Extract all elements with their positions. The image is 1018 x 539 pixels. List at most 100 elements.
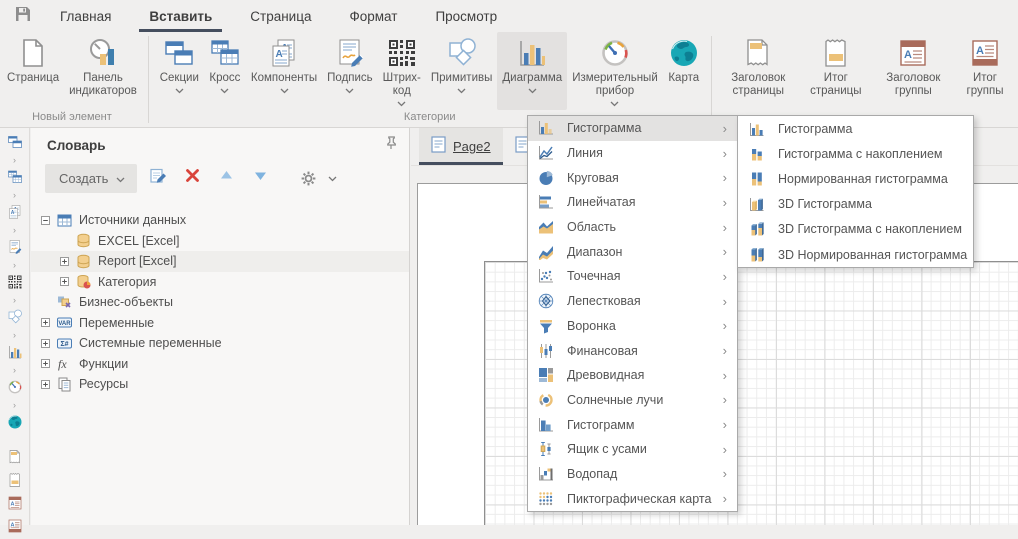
submenu-item-stacked-column[interactable]: Гистограмма с накоплением	[738, 141, 973, 166]
menu-item-label: Пиктографическая карта	[567, 492, 723, 506]
ribbon-button-groupheader[interactable]: AЗаголовок группы	[873, 32, 954, 110]
ribbon-button-dashboard[interactable]: Панель индикаторов	[64, 32, 142, 110]
submenu-item-column-3d[interactable]: 3D Гистограмма	[738, 192, 973, 217]
sidebar-item-gauge[interactable]: ›	[7, 379, 23, 412]
menu-item-boxplot-chart[interactable]: Ящик с усами›	[528, 437, 737, 462]
tree-item[interactable]: EXCEL [Excel]	[31, 231, 409, 252]
delete-button[interactable]	[175, 165, 209, 191]
ribbon-button-label: Компоненты	[251, 72, 317, 85]
ribbon-button-gauge[interactable]: Измерительный прибор	[567, 32, 663, 110]
tree-item-label: Функции	[79, 357, 128, 371]
save-button[interactable]	[8, 0, 38, 32]
ribbon-tab-4[interactable]: Просмотр	[419, 0, 513, 32]
menu-item-pie-chart[interactable]: Круговая›	[528, 165, 737, 190]
menu-item-radar-chart[interactable]: Лепестковая›	[528, 289, 737, 314]
ribbon-group-label: Категории	[404, 110, 456, 125]
treemap-chart-icon	[538, 367, 555, 384]
tree-item[interactable]: Категория	[31, 272, 409, 293]
sidebar-item-map[interactable]	[7, 414, 23, 435]
expander-plus-icon[interactable]	[41, 339, 50, 348]
tree-item[interactable]: Report [Excel]	[31, 251, 409, 272]
ribbon-tab-2[interactable]: Страница	[234, 0, 327, 32]
tree-item[interactable]: fxФункции	[31, 354, 409, 375]
ribbon-button-primitives[interactable]: Примитивы	[426, 32, 497, 110]
menu-item-range-chart[interactable]: Диапазон›	[528, 239, 737, 264]
expander-plus-icon[interactable]	[60, 257, 69, 266]
menu-item-line-chart[interactable]: Линия›	[528, 141, 737, 166]
menu-item-label: Гистограмм	[567, 418, 723, 432]
submenu-item-label: 3D Гистограмма	[778, 197, 967, 211]
expander-minus-icon[interactable]	[41, 216, 50, 225]
ribbon-tab-0[interactable]: Главная	[44, 0, 127, 32]
tree-item[interactable]: Ресурсы	[31, 374, 409, 395]
expander-plus-icon[interactable]	[41, 380, 50, 389]
bar-chart-icon	[538, 194, 555, 211]
create-button[interactable]: Создать	[45, 164, 137, 193]
tree-item[interactable]: Источники данных	[31, 210, 409, 231]
ribbon-button-label: Примитивы	[431, 72, 492, 85]
menu-item-histogram-chart[interactable]: Гистограмм›	[528, 412, 737, 437]
ribbon-button-signature[interactable]: Подпись	[322, 32, 378, 110]
expander-plus-icon[interactable]	[60, 277, 69, 286]
menu-item-funnel-chart[interactable]: Воронка›	[528, 314, 737, 339]
ribbon-tab-1[interactable]: Вставить	[133, 0, 228, 32]
chart-icon	[516, 36, 548, 70]
ribbon-button-map[interactable]: Карта	[663, 32, 705, 110]
menu-item-financial-chart[interactable]: Финансовая›	[528, 338, 737, 363]
dictionary-tree: Источники данныхEXCEL [Excel]Report [Exc…	[31, 210, 409, 395]
tree-item[interactable]: Бизнес-объекты	[31, 292, 409, 313]
menu-item-label: Солнечные лучи	[567, 393, 723, 407]
menu-item-bar-chart[interactable]: Линейчатая›	[528, 190, 737, 215]
ribbon-button-chart[interactable]: Диаграмма	[497, 32, 567, 110]
tree-item[interactable]: Σ#Системные переменные	[31, 333, 409, 354]
menu-item-label: Точечная	[567, 269, 723, 283]
ribbon-button-cross[interactable]: Кросс	[204, 32, 246, 110]
menu-item-label: Линейчатая	[567, 195, 723, 209]
ribbon-button-pagefooter[interactable]: Итог страницы	[799, 32, 873, 110]
sidebar-item-groupfooter[interactable]: A	[7, 518, 23, 539]
arrow-up-button[interactable]	[209, 165, 243, 191]
ribbon-button-groupfooter[interactable]: AИтог группы	[954, 32, 1016, 110]
ribbon-button-page[interactable]: Страница	[2, 32, 64, 110]
ribbon-button-sections[interactable]: Секции	[155, 32, 204, 110]
ribbon-button-label: Подпись	[327, 72, 373, 85]
gear-icon	[291, 165, 325, 191]
menu-item-label: Линия	[567, 146, 723, 160]
sidebar-item-groupheader[interactable]: A	[7, 495, 23, 516]
expander-plus-icon[interactable]	[41, 359, 50, 368]
menu-item-sunburst-chart[interactable]: Солнечные лучи›	[528, 388, 737, 413]
sidebar-item-cross[interactable]: ›	[7, 169, 23, 202]
area-chart-icon	[538, 219, 555, 236]
submenu-arrow-icon: ›	[723, 466, 731, 481]
submenu-item-stacked-column-3d[interactable]: 3D Гистограмма с накоплением	[738, 217, 973, 242]
tree-item[interactable]: VARПеременные	[31, 313, 409, 334]
sidebar-item-primitives[interactable]: ›	[7, 309, 23, 342]
menu-item-area-chart[interactable]: Область›	[528, 215, 737, 240]
sidebar-item-barcode[interactable]: ›	[7, 274, 23, 307]
submenu-item-full-stacked-column[interactable]: Нормированная гистограмма	[738, 166, 973, 191]
menu-item-pictorial-chart[interactable]: Пиктографическая карта›	[528, 486, 737, 511]
ribbon-button-components[interactable]: AAКомпоненты	[246, 32, 322, 110]
arrow-down-button[interactable]	[243, 165, 277, 191]
ribbon-button-pageheader[interactable]: Заголовок страницы	[718, 32, 799, 110]
ribbon-button-barcode[interactable]: Штрих-код	[378, 32, 426, 110]
sidebar-item-signature[interactable]: ›	[7, 239, 23, 272]
submenu-item-full-stacked-column-3d[interactable]: 3D Нормированная гистограмма	[738, 242, 973, 267]
settings-button[interactable]	[291, 165, 337, 191]
menu-item-waterfall-chart[interactable]: Водопад›	[528, 462, 737, 487]
menu-item-scatter-chart[interactable]: Точечная›	[528, 264, 737, 289]
submenu-arrow-icon: ›	[723, 368, 731, 383]
sidebar-item-pageheader[interactable]	[7, 449, 23, 470]
sidebar-item-chart[interactable]: ›	[7, 344, 23, 377]
menu-item-column-chart[interactable]: Гистограмма›	[528, 116, 737, 141]
pin-icon[interactable]	[383, 135, 399, 156]
ribbon-tab-3[interactable]: Формат	[333, 0, 413, 32]
sidebar-item-pagefooter[interactable]	[7, 472, 23, 493]
submenu-item-clustered-column[interactable]: Гистограмма	[738, 116, 973, 141]
edit-button[interactable]	[141, 165, 175, 191]
menu-item-treemap-chart[interactable]: Древовидная›	[528, 363, 737, 388]
page-tab-page2[interactable]: Page2	[419, 128, 503, 165]
sidebar-item-sections[interactable]: ›	[7, 134, 23, 167]
expander-plus-icon[interactable]	[41, 318, 50, 327]
sidebar-item-components[interactable]: AA›	[7, 204, 23, 237]
